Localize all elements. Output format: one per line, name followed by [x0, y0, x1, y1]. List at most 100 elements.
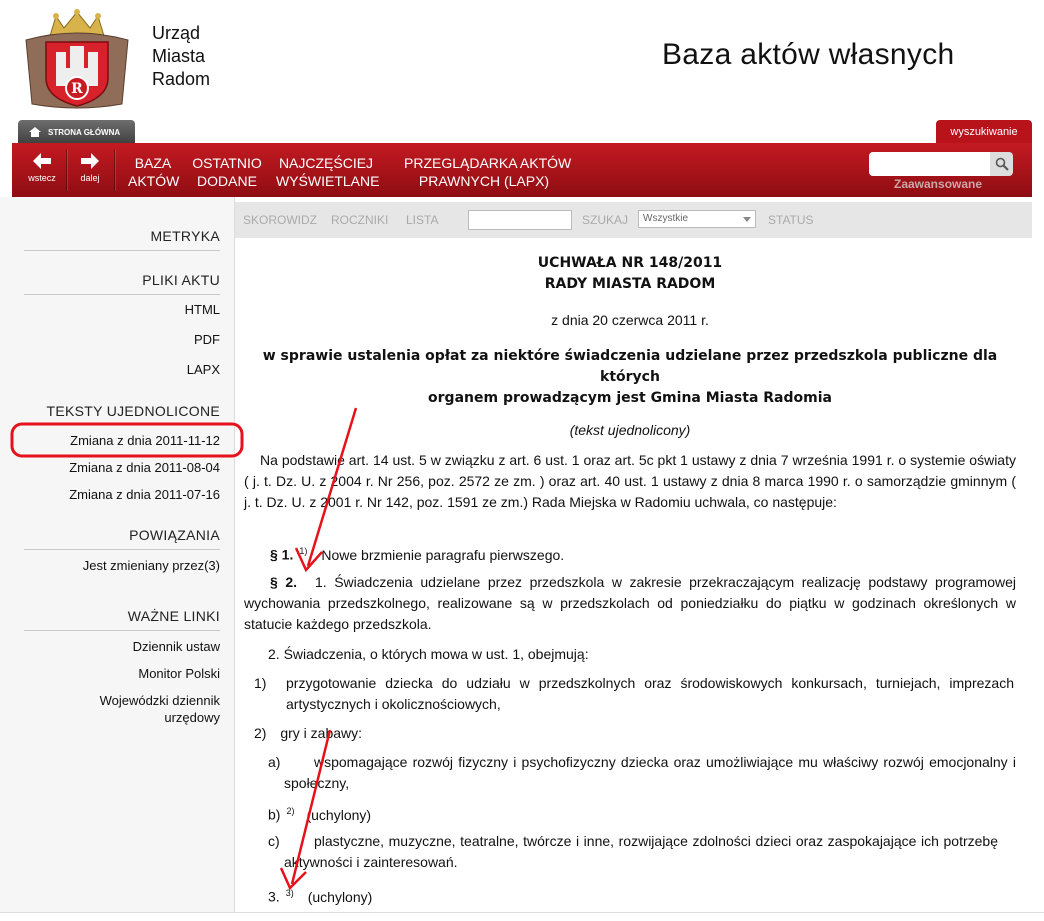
- footnote-ref[interactable]: 2): [286, 806, 294, 816]
- nav-item-line: OSTATNIO: [192, 155, 262, 171]
- list-text: przygotowanie dziecka do udziału w przed…: [286, 675, 1014, 712]
- paragraph-2: § 2. 1. Świadczenia udzielane przez przed…: [244, 572, 1016, 635]
- list-number: 1): [254, 675, 267, 691]
- list-number: 2): [254, 725, 267, 741]
- related-link[interactable]: Jest zmieniany przez(3): [83, 557, 220, 574]
- sidebar-heading-metryka[interactable]: METRYKA: [150, 228, 220, 244]
- forward-label: dalej: [80, 173, 100, 183]
- list-item-1: 1) przygotowanie dziecka do udziału w pr…: [254, 673, 1014, 715]
- list-item-2: 2) gry i zabawy:: [254, 723, 1026, 744]
- search-button[interactable]: [990, 152, 1013, 176]
- sidebar: METRYKA PLIKI AKTU HTML PDF LAPX TEKSTY …: [0, 197, 235, 920]
- footnote-ref[interactable]: 3): [286, 888, 294, 898]
- list-letter: b): [268, 806, 281, 823]
- document-toolbar: SKOROWIDZ ROCZNIKI LISTA SZUKAJ Wszystki…: [235, 202, 1032, 238]
- nav-baza-aktow[interactable]: BAZA AKTÓW: [128, 154, 180, 190]
- divider: [24, 294, 220, 295]
- file-link-pdf[interactable]: PDF: [194, 331, 220, 348]
- toolbar-skorowidz[interactable]: SKOROWIDZ: [243, 213, 317, 227]
- forward-button[interactable]: dalej: [70, 143, 110, 197]
- nav-najczesciej-wyswietlane[interactable]: NAJCZĘŚCIEJ WYŚWIETLANE: [276, 154, 380, 190]
- document-title: UCHWAŁA NR 148/2011 RADY MIASTA RADOM: [244, 253, 1016, 295]
- footnote-ref[interactable]: 1): [299, 546, 307, 556]
- nav-item-line: PRZEGLĄDARKA AKTÓW: [404, 155, 572, 171]
- version-link[interactable]: Zmiana z dnia 2011-11-12: [70, 432, 220, 449]
- toolbar-search-input[interactable]: [468, 210, 572, 230]
- divider: [24, 630, 220, 631]
- paragraph-number: § 2.: [270, 574, 297, 590]
- nav-item-line: NAJCZĘŚCIEJ: [278, 155, 374, 171]
- search-icon: [995, 157, 1009, 171]
- sidebar-heading-pliki: PLIKI AKTU: [142, 272, 220, 288]
- preamble: Na podstawie art. 14 ust. 5 w związku z …: [244, 452, 1016, 510]
- sidebar-heading-linki: WAŻNE LINKI: [127, 608, 220, 624]
- version-link[interactable]: Zmiana z dnia 2011-07-16: [69, 486, 220, 503]
- sidebar-heading-powiazania: POWIĄZANIA: [129, 527, 220, 543]
- org-name: Urząd Miasta Radom: [152, 22, 210, 91]
- title-line: UCHWAŁA NR 148/2011: [537, 255, 723, 271]
- list-text: (uchylony): [306, 806, 372, 823]
- title-line: RADY MIASTA RADOM: [544, 276, 716, 292]
- version-link[interactable]: Zmiana z dnia 2011-08-04: [69, 459, 220, 476]
- list-text: plastyczne, muzyczne, teatralne, twórcze…: [284, 833, 998, 870]
- paragraph-text: Nowe brzmienie paragrafu pierwszego.: [321, 546, 565, 563]
- link-dziennik-ustaw[interactable]: Dziennik ustaw: [133, 638, 220, 655]
- paragraph-number: § 1.: [270, 546, 294, 563]
- tab-search[interactable]: wyszukiwanie: [936, 120, 1032, 144]
- link-line: Wojewódzki dziennik: [99, 693, 220, 708]
- org-name-line: Urząd: [152, 23, 201, 43]
- toolbar-roczniki[interactable]: ROCZNIKI: [331, 213, 388, 227]
- svg-text:R: R: [71, 81, 83, 97]
- sidebar-heading-teksty: TEKSTY UJEDNOLICONE: [46, 403, 220, 419]
- list-letter: a): [268, 754, 281, 770]
- tab-home-label: STRONA GŁÓWNA: [48, 127, 121, 137]
- nav-item-line: BAZA: [134, 155, 172, 171]
- list-item-a: a) wspomagające rozwój fizyczny i psycho…: [268, 752, 1016, 794]
- chevron-down-icon: [743, 217, 751, 222]
- file-link-html[interactable]: HTML: [185, 301, 220, 318]
- search-input[interactable]: [869, 152, 990, 176]
- paragraph-text: 1. Świadczenia udzielane przez przedszko…: [244, 574, 1016, 632]
- nav-item-line: DODANE: [197, 173, 257, 189]
- select-value: Wszystkie: [643, 213, 688, 224]
- advanced-search-link[interactable]: Zaawansowane: [894, 177, 982, 191]
- document-content: UCHWAŁA NR 148/2011 RADY MIASTA RADOM z …: [244, 240, 1016, 920]
- list-text: gry i zabawy:: [280, 725, 363, 741]
- nav-przegladarka-lapx[interactable]: PRZEGLĄDARKA AKTÓW PRAWNYCH (LAPX): [404, 154, 572, 190]
- back-button[interactable]: wstecz: [22, 143, 62, 197]
- site-title: Baza aktów własnych: [662, 38, 955, 71]
- list-text: wspomagające rozwój fizyczny i psychofiz…: [284, 754, 1016, 791]
- toolbar-lista[interactable]: LISTA: [406, 213, 438, 227]
- quick-search: [869, 152, 1013, 176]
- nav-divider: [66, 149, 67, 191]
- org-name-line: Miasta: [152, 46, 206, 66]
- paragraph-2-section-2: 2. Świadczenia, o których mowa w ust. 1,…: [268, 646, 589, 662]
- nav-item-line: PRAWNYCH (LAPX): [418, 173, 550, 189]
- arrow-left-icon: [33, 153, 51, 169]
- toolbar-scope-select[interactable]: Wszystkie: [638, 210, 756, 228]
- nav-item-line: WYŚWIETLANE: [276, 173, 380, 189]
- main-nav: wstecz dalej BAZA AKTÓW OSTATNIO DODANE NA…: [12, 143, 1032, 197]
- nav-item-line: AKTÓW: [128, 173, 180, 189]
- tab-search-label: wyszukiwanie: [950, 126, 1018, 138]
- list-letter: c): [268, 833, 280, 849]
- toolbar-szukaj[interactable]: SZUKAJ: [582, 213, 628, 227]
- city-crest-logo[interactable]: R: [12, 6, 142, 112]
- subject-line: organem prowadzącym jest Gmina Miasta Ra…: [428, 390, 832, 406]
- document-subject: w sprawie ustalenia opłat za niektóre św…: [244, 346, 1016, 409]
- subject-line: w sprawie ustalenia opłat za niektóre św…: [262, 348, 998, 385]
- link-monitor-polski[interactable]: Monitor Polski: [138, 665, 220, 682]
- list-item-b: b) 2) (uchylony): [268, 801, 1040, 826]
- tab-home[interactable]: STRONA GŁÓWNA: [18, 120, 135, 144]
- document-date: z dnia 20 czerwca 2011 r.: [551, 312, 709, 328]
- header: R Urząd Miasta Radom Baza aktów własnych: [0, 0, 1044, 120]
- list-item-c: c) plastyczne, muzyczne, teatralne, twór…: [268, 831, 998, 873]
- back-label: wstecz: [28, 173, 56, 183]
- link-wojewodzki-dziennik[interactable]: Wojewódzki dziennik urzędowy: [100, 692, 220, 726]
- toolbar-status[interactable]: STATUS: [768, 213, 814, 227]
- file-link-lapx[interactable]: LAPX: [187, 361, 220, 378]
- org-name-line: Radom: [152, 69, 211, 89]
- divider: [24, 549, 220, 550]
- nav-ostatnio-dodane[interactable]: OSTATNIO DODANE: [192, 154, 262, 190]
- unified-text-note: (tekst ujednolicony): [569, 422, 691, 438]
